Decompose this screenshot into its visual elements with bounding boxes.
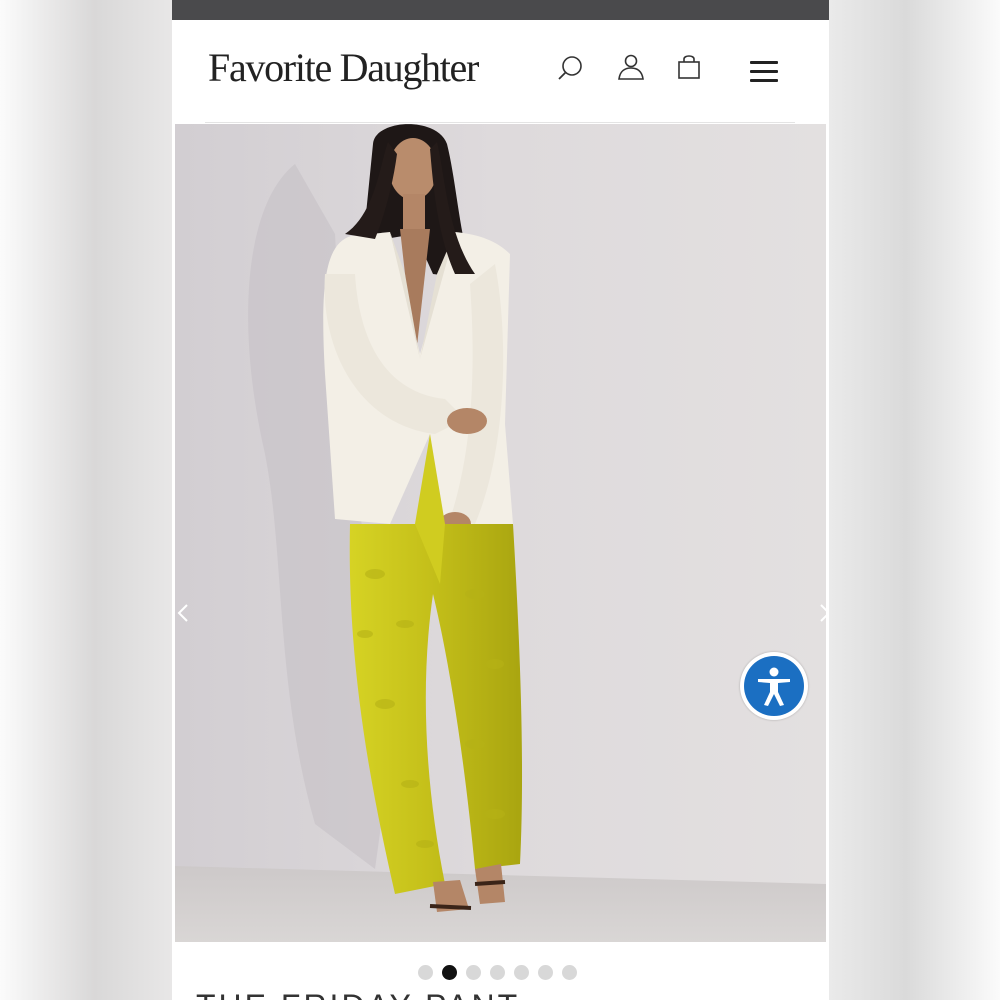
- brand-logo[interactable]: Favorite Daughter: [208, 44, 479, 91]
- background-right: [829, 0, 1000, 1000]
- slide-dot[interactable]: [538, 965, 553, 980]
- mobile-page: Favorite Daughter: [172, 0, 829, 1000]
- slide-dot[interactable]: [466, 965, 481, 980]
- header-divider: [205, 122, 795, 123]
- accessibility-person-icon: [744, 656, 804, 716]
- account-icon[interactable]: [616, 52, 646, 82]
- product-title: THE FRIDAY PANT: [196, 988, 520, 1000]
- product-image[interactable]: [175, 124, 826, 942]
- slide-dot-active[interactable]: [442, 965, 457, 980]
- site-header: Favorite Daughter: [172, 20, 829, 122]
- slide-dot[interactable]: [514, 965, 529, 980]
- chevron-right-icon[interactable]: [815, 600, 826, 626]
- chevron-left-icon[interactable]: [175, 600, 195, 626]
- status-bar: [172, 0, 829, 20]
- slide-dot[interactable]: [490, 965, 505, 980]
- slide-indicators: [418, 965, 577, 981]
- search-icon[interactable]: [556, 54, 586, 84]
- slide-dot[interactable]: [418, 965, 433, 980]
- background-left: [0, 0, 172, 1000]
- slide-dot[interactable]: [562, 965, 577, 980]
- accessibility-button[interactable]: [740, 652, 808, 720]
- shopping-bag-icon[interactable]: [674, 52, 704, 82]
- hamburger-menu-icon[interactable]: [748, 58, 780, 86]
